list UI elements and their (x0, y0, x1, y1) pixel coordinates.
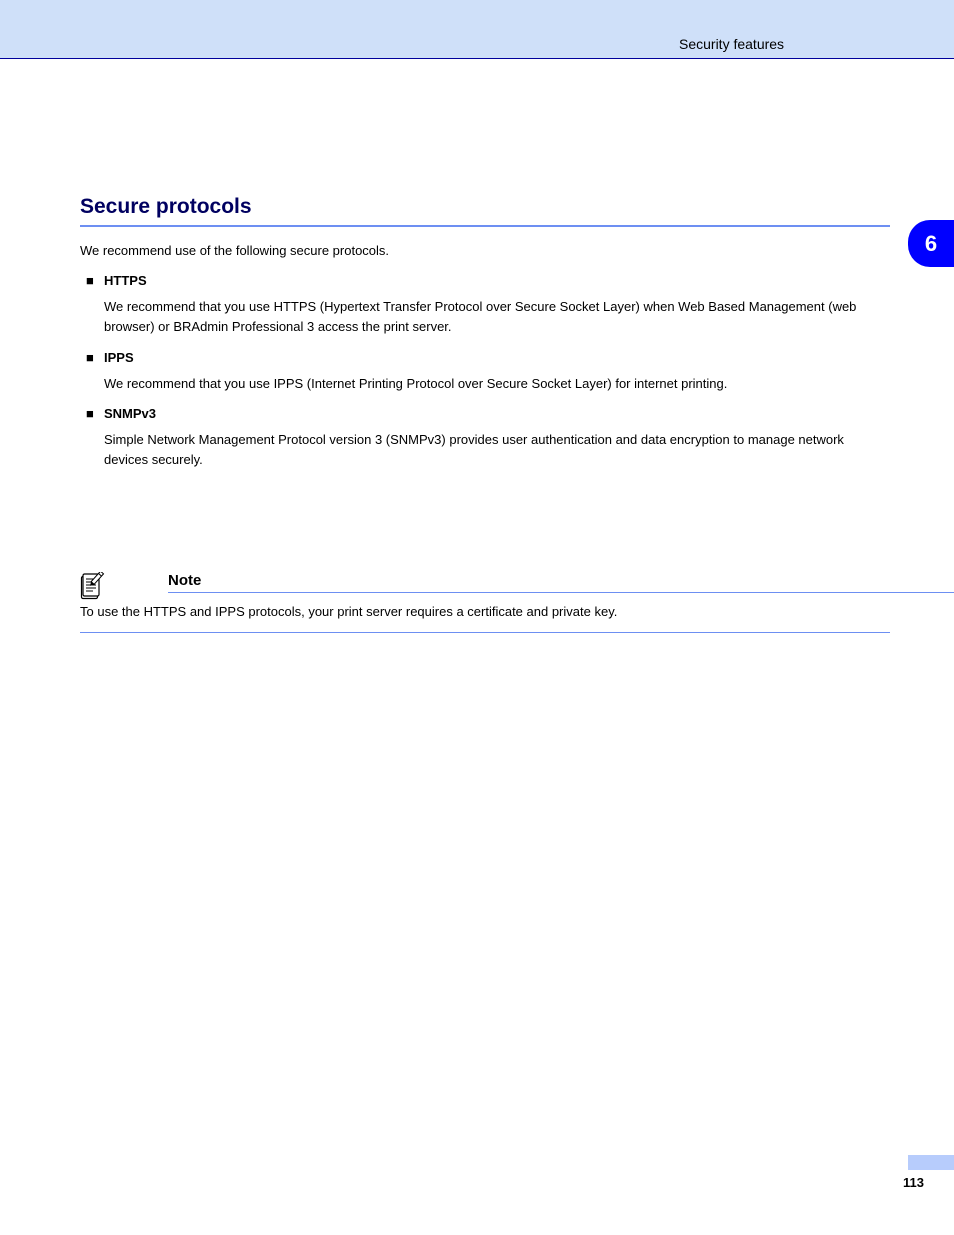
bullet-title: IPPS (104, 348, 890, 368)
corner-tab (908, 1155, 954, 1170)
bullet-body: We recommend that you use HTTPS (Hyperte… (104, 297, 890, 337)
note-rule-top (168, 592, 954, 593)
section-rule (80, 225, 890, 227)
header-band (0, 0, 954, 59)
bullet-mark: ■ (86, 348, 104, 394)
section-secure-protocols: Secure protocols We recommend use of the… (80, 195, 890, 470)
note-rule-bottom (80, 632, 890, 633)
note-icon (80, 572, 105, 605)
note-body: To use the HTTPS and IPPS protocols, you… (80, 602, 890, 622)
section-intro: We recommend use of the following secure… (80, 241, 890, 261)
bullet-title: HTTPS (104, 271, 890, 291)
bullet-title: SNMPv3 (104, 404, 890, 424)
side-tab: 6 (908, 220, 954, 267)
bullet-item-https: ■ HTTPS We recommend that you use HTTPS … (86, 271, 890, 337)
bullet-body: We recommend that you use IPPS (Internet… (104, 374, 890, 394)
note-label: Note (168, 572, 201, 589)
bullet-item-ipps: ■ IPPS We recommend that you use IPPS (I… (86, 348, 890, 394)
bullet-body: Simple Network Management Protocol versi… (104, 430, 890, 470)
bullet-item-snmpv3: ■ SNMPv3 Simple Network Management Proto… (86, 404, 890, 470)
section-heading: Secure protocols (80, 195, 890, 225)
bullet-mark: ■ (86, 404, 104, 470)
side-tab-number: 6 (925, 231, 937, 257)
page-number: 113 (903, 1175, 924, 1190)
breadcrumb: Security features (679, 36, 784, 52)
bullet-list: ■ HTTPS We recommend that you use HTTPS … (86, 271, 890, 470)
bullet-mark: ■ (86, 271, 104, 337)
